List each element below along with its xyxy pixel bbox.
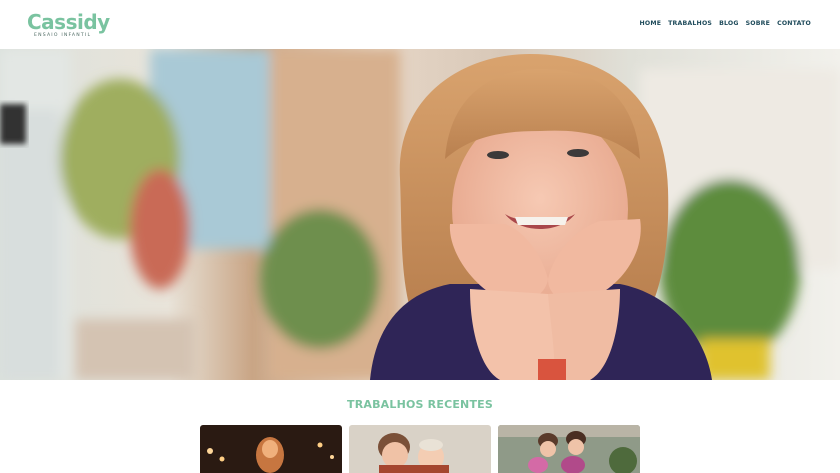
logo-name: Cassidy [27, 10, 110, 34]
site-header: Cassidy ENSAIO INFANTIL HOME TRABALHOS B… [0, 0, 840, 49]
recent-works-title: TRABALHOS RECENTES [346, 398, 494, 411]
main-nav: HOME TRABALHOS BLOG SOBRE CONTATO [640, 20, 811, 27]
site-logo[interactable]: Cassidy ENSAIO INFANTIL [27, 10, 110, 39]
nav-sobre[interactable]: SOBRE [746, 20, 770, 27]
work-thumbnail[interactable] [498, 425, 640, 473]
nav-blog[interactable]: BLOG [719, 20, 739, 27]
nav-contato[interactable]: CONTATO [777, 20, 811, 27]
work-thumbnail[interactable] [200, 425, 342, 473]
nav-trabalhos[interactable]: TRABALHOS [668, 20, 712, 27]
hero-photo [0, 49, 840, 380]
nav-home[interactable]: HOME [640, 20, 662, 27]
recent-works-grid [200, 425, 640, 473]
hero-image [0, 49, 840, 380]
work-thumbnail[interactable] [349, 425, 491, 473]
